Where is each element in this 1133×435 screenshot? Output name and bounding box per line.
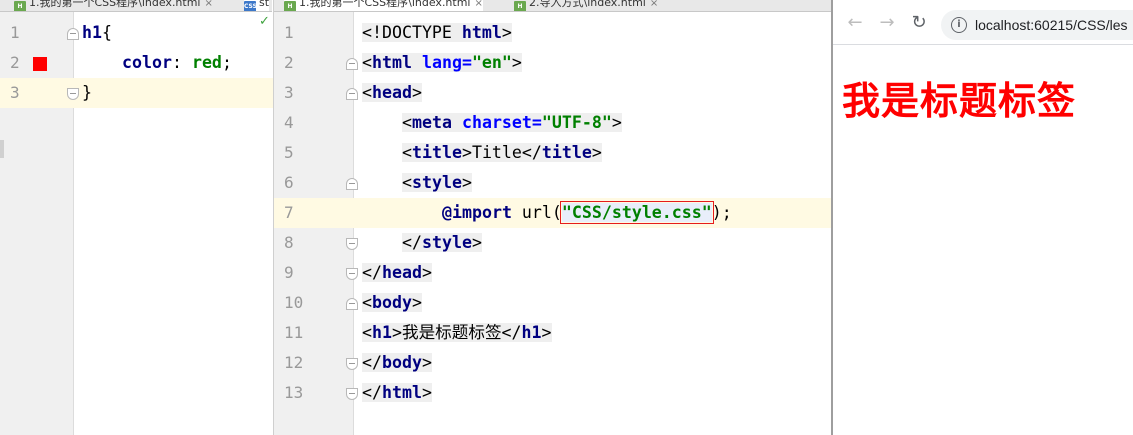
browser-divider: [831, 0, 833, 435]
fold-open-icon[interactable]: [67, 28, 79, 40]
current-line-highlight: [0, 78, 273, 108]
fold-open-icon[interactable]: [346, 58, 358, 70]
line-number: 2: [284, 53, 294, 72]
close-icon[interactable]: ×: [650, 0, 658, 9]
line-number: 5: [284, 143, 294, 162]
import-path-highlighted: "CSS/style.css": [559, 201, 714, 224]
html-line-5: <title>Title</title>: [402, 143, 602, 162]
line-number: 6: [284, 173, 294, 192]
address-url[interactable]: localhost:60215/CSS/les: [975, 16, 1128, 34]
fold-close-icon[interactable]: [346, 358, 358, 370]
line-number: 3: [10, 83, 20, 102]
html-line-10: <body>: [362, 293, 422, 312]
line-number: 3: [284, 83, 294, 102]
line-number: 11: [284, 323, 304, 342]
fold-close-icon[interactable]: [67, 88, 79, 100]
css-line-1: h1{: [82, 18, 112, 48]
tab-label: st: [259, 0, 270, 9]
color-swatch-icon[interactable]: [33, 57, 47, 71]
forward-button[interactable]: →: [877, 13, 897, 33]
rendered-heading: 我是标题标签: [842, 79, 1077, 123]
line-number: 8: [284, 233, 294, 252]
line-number: 2: [10, 53, 20, 72]
html-line-1: <!DOCTYPE html>: [362, 23, 512, 42]
css-property: color: [122, 53, 172, 72]
tab-style-css[interactable]: CSS st: [244, 0, 270, 11]
css-line-2: color: red;: [122, 48, 232, 78]
line-number: 1: [10, 23, 20, 42]
css-selector: h1: [82, 23, 102, 42]
fold-close-icon[interactable]: [346, 268, 358, 280]
address-bar[interactable]: i localhost:60215/CSS/les: [941, 10, 1133, 40]
html-file-icon: H: [14, 1, 26, 11]
tab-label: 1.我的第一个CSS程序\index.html: [299, 0, 471, 9]
html-file-icon: H: [284, 1, 296, 11]
tab-label: 2.导入方式\index.html: [529, 0, 646, 9]
brace-open: {: [101, 23, 112, 42]
fold-close-icon[interactable]: [346, 238, 358, 250]
html-line-4: <meta charset="UTF-8">: [402, 113, 622, 132]
line-number: 1: [284, 23, 294, 42]
close-icon[interactable]: ×: [475, 0, 483, 9]
css-colon: :: [171, 53, 182, 72]
line-number: 12: [284, 353, 304, 372]
close-icon[interactable]: ×: [205, 0, 213, 9]
html-line-11: <h1>我是标题标签</h1>: [362, 323, 552, 342]
html-line-2: <html lang="en">: [362, 53, 522, 72]
html-editor[interactable]: 1 2 3 4 5 6 7 8 9 10 11 12 13 <!DOCTYPE …: [274, 12, 832, 435]
tab-index-html-active[interactable]: H 1.我的第一个CSS程序\index.html ×: [284, 0, 483, 11]
css-file-icon: CSS: [244, 1, 257, 11]
css-semicolon: ;: [221, 53, 232, 72]
html-line-12: </body>: [362, 353, 432, 372]
fold-open-icon[interactable]: [346, 88, 358, 100]
middle-tab-bar: H 1.我的第一个CSS程序\index.html × H 2.导入方式\index.…: [274, 0, 832, 12]
html-file-icon: H: [514, 1, 526, 11]
fold-open-icon[interactable]: [346, 178, 358, 190]
brace-close: }: [82, 83, 92, 102]
left-edge-scroll-marker: [0, 140, 4, 158]
line-number: 4: [284, 113, 294, 132]
inspection-ok-icon: ✓: [259, 14, 270, 29]
info-icon[interactable]: i: [951, 17, 967, 33]
line-number: 10: [284, 293, 304, 312]
html-line-3: <head>: [362, 83, 422, 102]
at-import-keyword: @import: [442, 203, 512, 222]
tab-index-html-1[interactable]: H 1.我的第一个CSS程序\index.html ×: [14, 0, 213, 11]
doctype: <!DOCTYPE: [362, 23, 462, 42]
html-line-7: @import url("CSS/style.css");: [442, 201, 732, 224]
reload-button[interactable]: ↻: [909, 13, 929, 33]
html-line-6: <style>: [402, 173, 472, 192]
html-line-8: </style>: [402, 233, 482, 252]
back-button[interactable]: ←: [845, 13, 865, 33]
html-line-13: </html>: [362, 383, 432, 402]
left-tab-bar: H 1.我的第一个CSS程序\index.html × CSS st: [0, 0, 272, 12]
fold-open-icon[interactable]: [346, 298, 358, 310]
line-number: 9: [284, 263, 294, 282]
tab-import-index-html[interactable]: H 2.导入方式\index.html ×: [514, 0, 658, 11]
line-number: 7: [284, 203, 294, 222]
line-number: 13: [284, 383, 304, 402]
css-line-3: }: [82, 78, 92, 108]
browser-toolbar: ← → ↻ i localhost:60215/CSS/les: [833, 0, 1133, 45]
css-editor[interactable]: 1 2 3 ✓ h1{ color: red; }: [0, 12, 273, 435]
fold-close-icon[interactable]: [346, 388, 358, 400]
css-value: red: [191, 53, 222, 72]
tab-label: 1.我的第一个CSS程序\index.html: [29, 0, 201, 9]
html-line-9: </head>: [362, 263, 432, 282]
